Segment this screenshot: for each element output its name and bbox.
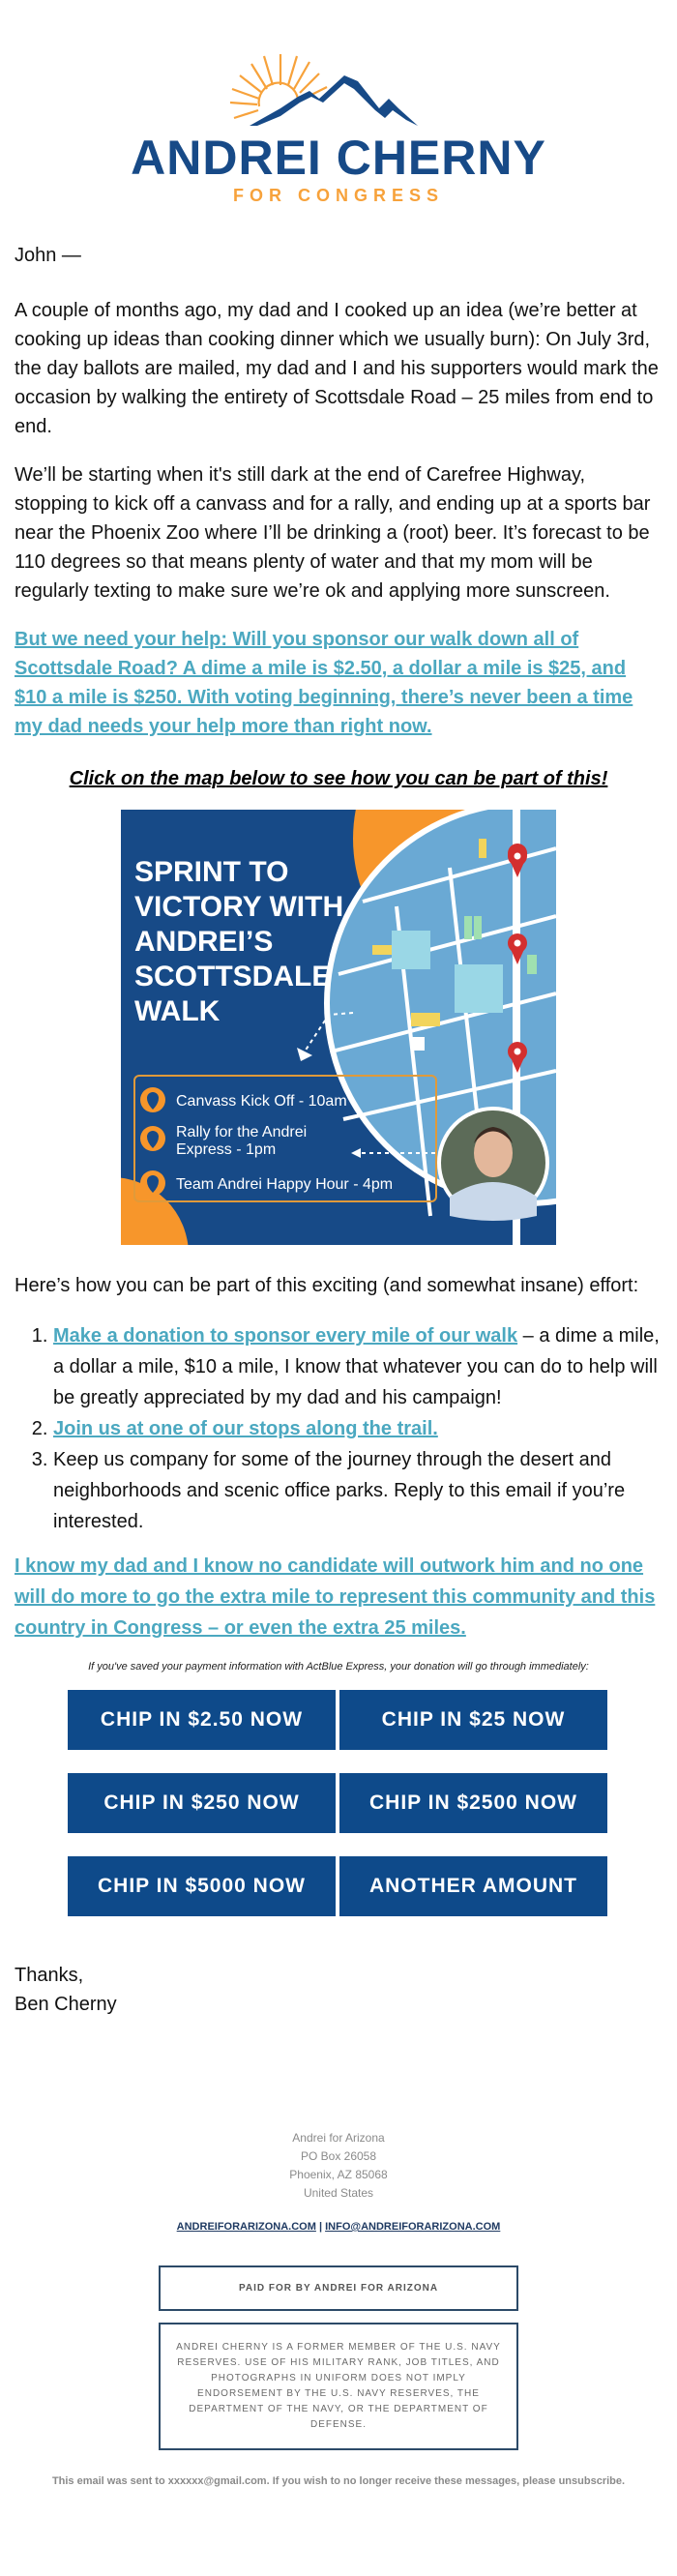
- join-stops-link[interactable]: Join us at one of our stops along the tr…: [53, 1418, 438, 1439]
- sponsor-walk-link[interactable]: But we need your help: Will you sponsor …: [15, 629, 633, 737]
- list-item-text: Keep us company for some of the journey …: [53, 1449, 626, 1532]
- location-icon: [140, 1087, 165, 1112]
- footer-country: United States: [303, 2186, 374, 2200]
- list-item: Keep us company for some of the journey …: [53, 1444, 662, 1537]
- actblue-note: If you've saved your payment information…: [88, 1661, 589, 1673]
- map-cta[interactable]: Click on the map below to see how you ca…: [15, 768, 662, 790]
- body-paragraph: A couple of months ago, my dad and I coo…: [15, 300, 659, 437]
- action-list: Make a donation to sponsor every mile of…: [15, 1320, 662, 1537]
- separator: |: [318, 2221, 323, 2233]
- location-icon: [140, 1170, 165, 1196]
- body-paragraph: We’ll be starting when it's still dark a…: [15, 464, 651, 602]
- banner-title-line: SCOTTSDALE: [134, 961, 331, 992]
- banner-title-line: ANDREI’S: [134, 926, 273, 958]
- list-intro: Here’s how you can be part of this excit…: [15, 1275, 639, 1296]
- greeting: John —: [15, 245, 81, 266]
- unsubscribe-notice[interactable]: This email was sent to xxxxxx@gmail.com.…: [15, 2475, 662, 2487]
- another-amount-button[interactable]: ANOTHER AMOUNT: [339, 1856, 607, 1916]
- signoff: Thanks,: [15, 1965, 84, 1986]
- sun-icon: [229, 54, 328, 120]
- footer-org: Andrei for Arizona: [292, 2131, 385, 2145]
- chip-in-25-button[interactable]: CHIP IN $25 NOW: [339, 1690, 607, 1750]
- chip-in-250-button[interactable]: CHIP IN $250 NOW: [68, 1773, 336, 1833]
- candidate-photo: [437, 1107, 549, 1221]
- chip-in-2500-button[interactable]: CHIP IN $2500 NOW: [339, 1773, 607, 1833]
- donation-buttons: CHIP IN $2.50 NOW CHIP IN $25 NOW CHIP I…: [68, 1690, 609, 1916]
- chip-in-2-50-button[interactable]: CHIP IN $2.50 NOW: [68, 1690, 336, 1750]
- list-item: Join us at one of our stops along the tr…: [53, 1413, 662, 1444]
- footer: Andrei for Arizona PO Box 26058 Phoenix,…: [15, 2129, 662, 2236]
- donate-mile-link[interactable]: Make a donation to sponsor every mile of…: [53, 1325, 517, 1347]
- closing-donate-link[interactable]: I know my dad and I know no candidate wi…: [15, 1555, 655, 1639]
- event-item: Team Andrei Happy Hour - 4pm: [176, 1176, 393, 1193]
- signature: Ben Cherny: [15, 1994, 117, 2015]
- website-link[interactable]: ANDREIFORARIZONA.COM: [177, 2221, 316, 2233]
- footer-address: Phoenix, AZ 85068: [289, 2168, 388, 2181]
- disclaimer-box: ANDREI CHERNY IS A FORMER MEMBER OF THE …: [159, 2323, 518, 2450]
- email-link[interactable]: INFO@ANDREIFORARIZONA.COM: [325, 2221, 500, 2233]
- event-item: Canvass Kick Off - 10am: [176, 1093, 347, 1110]
- paid-for-box: PAID FOR BY ANDREI FOR ARIZONA: [159, 2265, 518, 2311]
- walk-map-banner[interactable]: SPRINT TO VICTORY WITH ANDREI’S SCOTTSDA…: [121, 810, 556, 1245]
- campaign-logo: ANDREI CHERNY FOR CONGRESS: [131, 54, 546, 205]
- banner-title-line: SPRINT TO: [134, 856, 288, 888]
- banner-title-line: WALK: [134, 995, 221, 1027]
- list-item: Make a donation to sponsor every mile of…: [53, 1320, 662, 1413]
- logo-name: ANDREI CHERNY: [131, 131, 546, 185]
- banner-title-line: VICTORY WITH: [134, 891, 343, 923]
- footer-address: PO Box 26058: [300, 2149, 377, 2163]
- logo-tagline: FOR CONGRESS: [233, 186, 444, 205]
- location-icon: [140, 1126, 165, 1151]
- chip-in-5000-button[interactable]: CHIP IN $5000 NOW: [68, 1856, 336, 1916]
